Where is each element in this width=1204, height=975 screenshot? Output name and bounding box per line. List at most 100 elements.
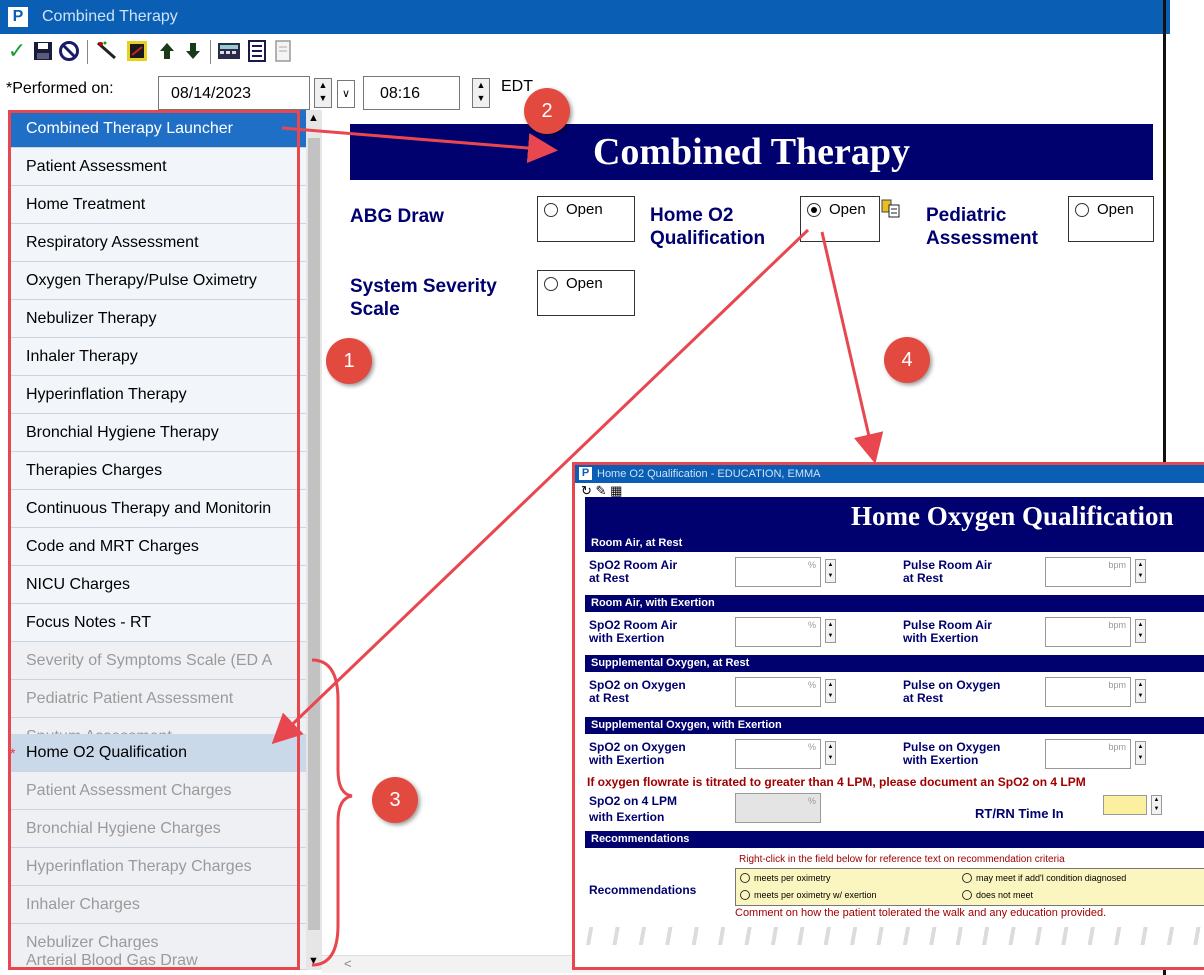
section-header: Room Air, at Rest bbox=[585, 535, 1204, 552]
popup-banner: Home Oxygen Qualification bbox=[585, 497, 1204, 535]
popup-title-bar: P Home O2 Qualification - EDUCATION, EMM… bbox=[575, 465, 1204, 483]
home-o2-label: Home O2 bbox=[650, 205, 734, 226]
pediatric-open-option[interactable]: Open bbox=[1068, 196, 1154, 242]
section-header: Room Air, with Exertion bbox=[585, 595, 1204, 612]
calculator-icon[interactable]: ▦ bbox=[610, 483, 622, 498]
scroll-up-icon[interactable]: ▲ bbox=[308, 112, 319, 124]
spinner[interactable]: ▲ ▼ bbox=[1135, 619, 1146, 643]
scroll-left-icon[interactable]: < bbox=[344, 956, 352, 971]
save-icon[interactable] bbox=[30, 38, 56, 64]
abg-draw-label: ABG Draw bbox=[350, 206, 444, 227]
time-spinner[interactable]: ▲ ▼ bbox=[472, 78, 490, 108]
callout-marker: 3 bbox=[372, 777, 418, 823]
field-label: with Exertion bbox=[589, 810, 665, 824]
flowrate-warning: If oxygen flowrate is titrated to greate… bbox=[587, 775, 1086, 789]
up-arrow-icon[interactable] bbox=[154, 38, 180, 64]
scroll-down-icon[interactable]: ▼ bbox=[308, 955, 319, 967]
pulse-room-air-rest-input[interactable]: bpm bbox=[1045, 557, 1131, 587]
section-header: Recommendations bbox=[585, 831, 1204, 848]
recommendations-options: meets per oximetry may meet if add'l con… bbox=[735, 868, 1204, 906]
recommendation-option[interactable]: meets per oximetry bbox=[740, 873, 831, 883]
field-label: at Rest bbox=[903, 571, 944, 585]
pediatric-label-line2: Assessment bbox=[926, 228, 1038, 249]
recommendation-option[interactable]: does not meet bbox=[962, 890, 1033, 900]
toolbar-separator bbox=[210, 40, 211, 64]
section-header: Supplemental Oxygen, at Rest bbox=[585, 655, 1204, 672]
spinner[interactable]: ▲ ▼ bbox=[825, 559, 836, 583]
home-o2-label-line2: Qualification bbox=[650, 228, 766, 249]
severity-scale-label-line2: Scale bbox=[350, 299, 400, 320]
pulse-oxygen-rest-input[interactable]: bpm bbox=[1045, 677, 1131, 707]
open-label: Open bbox=[566, 275, 603, 292]
abg-draw-open-option[interactable]: Open bbox=[537, 196, 635, 242]
open-label: Open bbox=[829, 201, 866, 218]
performed-time-input[interactable]: 08:16 bbox=[363, 76, 460, 110]
radio-button-selected[interactable] bbox=[807, 203, 821, 217]
performed-date-input[interactable]: 08/14/2023 bbox=[158, 76, 310, 110]
severity-open-option[interactable]: Open bbox=[537, 270, 635, 316]
field-label: with Exertion bbox=[903, 631, 979, 645]
spinner[interactable]: ▲ ▼ bbox=[1135, 559, 1146, 583]
title-bar: P Combined Therapy bbox=[0, 0, 1170, 34]
spinner[interactable]: ▲ ▼ bbox=[1135, 679, 1146, 703]
radio-button[interactable] bbox=[544, 203, 558, 217]
date-spinner[interactable]: ▲ ▼ bbox=[314, 78, 332, 108]
app-logo-icon: P bbox=[8, 7, 28, 27]
pediatric-label: Pediatric bbox=[926, 205, 1007, 226]
spinner[interactable]: ▲ ▼ bbox=[1135, 741, 1146, 765]
spo2-4lpm-exertion-input: % bbox=[735, 793, 821, 823]
wand-icon[interactable] bbox=[94, 38, 120, 64]
open-label: Open bbox=[1097, 201, 1134, 218]
home-o2-open-option[interactable]: Open bbox=[800, 196, 880, 242]
wand-icon[interactable]: ✎ bbox=[596, 483, 607, 498]
radio-button[interactable] bbox=[740, 890, 750, 900]
field-label: Recommendations bbox=[589, 883, 697, 897]
callout-marker: 1 bbox=[326, 338, 372, 384]
checkmark-icon[interactable]: ✓ bbox=[4, 38, 30, 64]
radio-button[interactable] bbox=[544, 277, 558, 291]
cancel-icon[interactable] bbox=[56, 38, 82, 64]
down-arrow-icon[interactable] bbox=[180, 38, 206, 64]
spinner[interactable]: ▲ ▼ bbox=[825, 679, 836, 703]
field-label: SpO2 on 4 LPM bbox=[589, 794, 678, 808]
refresh-icon[interactable]: ↻ bbox=[581, 483, 592, 498]
callout-marker: 4 bbox=[884, 337, 930, 383]
chart-icon[interactable] bbox=[124, 38, 150, 64]
pulse-oxygen-exertion-input[interactable]: bpm bbox=[1045, 739, 1131, 769]
notes-icon[interactable] bbox=[244, 38, 270, 64]
form-document-icon[interactable] bbox=[881, 199, 901, 224]
spinner[interactable]: ▲ ▼ bbox=[1151, 795, 1162, 815]
window-title: Combined Therapy bbox=[42, 8, 178, 25]
torn-edge bbox=[575, 927, 1204, 967]
date-dropdown-button[interactable]: ∨ bbox=[337, 80, 355, 108]
spo2-oxygen-exertion-input[interactable]: % bbox=[735, 739, 821, 769]
document-icon[interactable] bbox=[270, 38, 296, 64]
radio-button[interactable] bbox=[962, 890, 972, 900]
spo2-oxygen-rest-input[interactable]: % bbox=[735, 677, 821, 707]
timezone-label: EDT bbox=[501, 78, 533, 95]
scroll-thumb[interactable] bbox=[308, 138, 320, 930]
spo2-room-air-rest-input[interactable]: % bbox=[735, 557, 821, 587]
spo2-room-air-exertion-input[interactable]: % bbox=[735, 617, 821, 647]
toolbar-separator bbox=[87, 40, 88, 64]
spinner[interactable]: ▲ ▼ bbox=[825, 741, 836, 765]
time-in-label: RT/RN Time In bbox=[975, 806, 1064, 821]
pulse-room-air-exertion-input[interactable]: bpm bbox=[1045, 617, 1131, 647]
performed-on-label: *Performed on: bbox=[6, 80, 114, 97]
recommendation-option[interactable]: meets per oximetry w/ exertion bbox=[740, 890, 877, 900]
spinner[interactable]: ▲ ▼ bbox=[825, 619, 836, 643]
section-header: Supplemental Oxygen, with Exertion bbox=[585, 717, 1204, 734]
field-label: at Rest bbox=[589, 691, 630, 705]
radio-button[interactable] bbox=[962, 873, 972, 883]
popup-title: Home O2 Qualification - EDUCATION, EMMA bbox=[597, 468, 821, 480]
calculator-icon[interactable] bbox=[216, 38, 242, 64]
field-label: at Rest bbox=[903, 691, 944, 705]
radio-button[interactable] bbox=[1075, 203, 1089, 217]
field-label: with Exertion bbox=[903, 753, 979, 767]
page-banner: Combined Therapy bbox=[350, 124, 1153, 180]
time-in-input[interactable] bbox=[1103, 795, 1147, 815]
radio-button[interactable] bbox=[740, 873, 750, 883]
nav-scrollbar[interactable]: ▲ ▼ bbox=[306, 110, 322, 970]
recommendation-option[interactable]: may meet if add'l condition diagnosed bbox=[962, 873, 1126, 883]
recommendation-hint: Right-click in the field below for refer… bbox=[739, 854, 1065, 865]
